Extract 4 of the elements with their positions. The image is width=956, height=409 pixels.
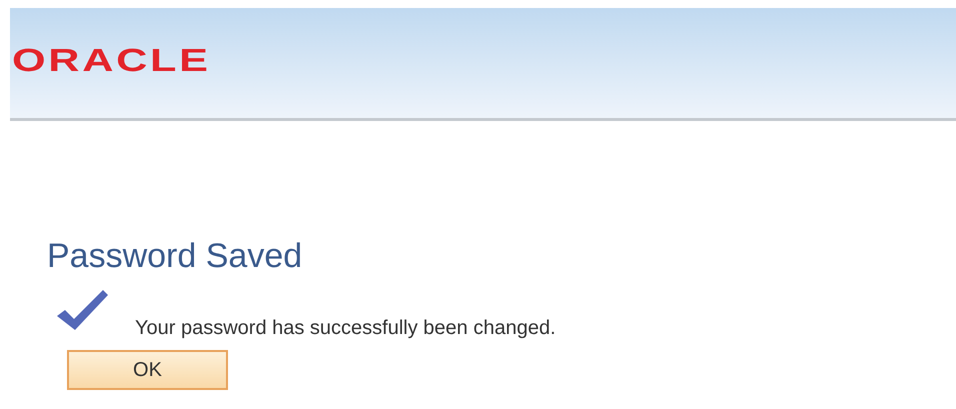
ok-button[interactable]: OK <box>67 350 228 390</box>
page-title: Password Saved <box>47 236 304 276</box>
success-message: Your password has successfully been changed. <box>135 317 556 340</box>
logo: ORACLE <box>12 42 211 78</box>
